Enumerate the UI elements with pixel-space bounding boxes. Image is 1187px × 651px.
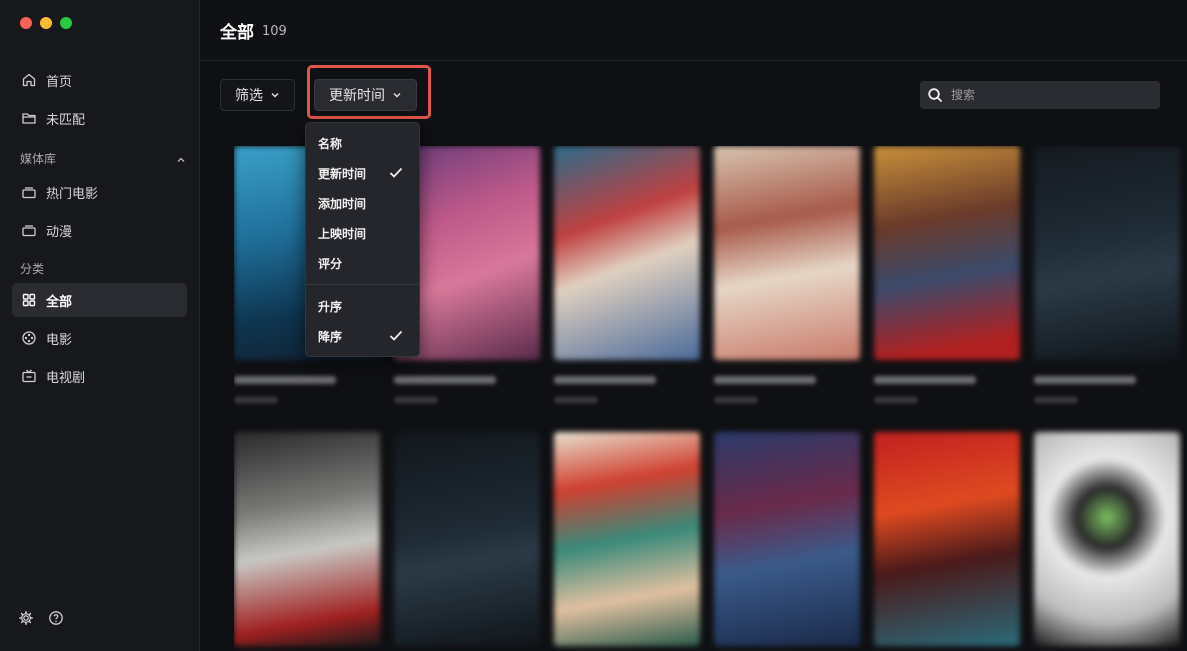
media-card[interactable]	[394, 432, 540, 646]
media-year	[874, 397, 918, 403]
sort-button[interactable]: 更新时间	[314, 79, 417, 111]
sidebar-item-unmatched[interactable]: 未匹配	[12, 101, 187, 135]
search-icon	[927, 87, 943, 103]
sidebar-item-label: 动漫	[46, 224, 73, 240]
media-card[interactable]	[554, 146, 700, 403]
sidebar-item-all[interactable]: 全部	[12, 283, 187, 317]
item-count: 109	[262, 24, 287, 39]
media-card[interactable]	[874, 146, 1020, 403]
maximize-window-button[interactable]	[60, 17, 72, 29]
window-controls	[20, 17, 72, 29]
sidebar-footer	[18, 610, 64, 626]
sort-order-label: 升序	[318, 299, 343, 314]
media-title	[234, 376, 337, 384]
sort-order-label: 降序	[318, 329, 343, 344]
sidebar-item-movies[interactable]: 电影	[12, 321, 187, 355]
sort-option-label: 更新时间	[318, 166, 367, 181]
sidebar-item-label: 全部	[46, 294, 73, 310]
sort-dropdown-menu: 名称 更新时间 添加时间 上映时间 评分 升序 降序	[305, 122, 420, 357]
chevron-up-icon[interactable]	[175, 151, 187, 163]
sort-option-label: 添加时间	[318, 196, 367, 211]
sort-order-descending[interactable]: 降序	[306, 321, 419, 351]
category-section-label: 分类	[20, 262, 45, 276]
sidebar-item-label: 首页	[46, 74, 73, 90]
media-title	[1034, 376, 1137, 384]
media-card[interactable]	[1034, 146, 1180, 403]
sort-option-name[interactable]: 名称	[306, 128, 419, 158]
poster-image	[554, 146, 700, 360]
media-year	[394, 397, 438, 403]
sort-option-updated-time[interactable]: 更新时间	[306, 158, 419, 188]
poster-image	[714, 432, 860, 646]
sort-order-ascending[interactable]: 升序	[306, 291, 419, 321]
page-title: 全部	[220, 22, 254, 43]
sort-option-rating[interactable]: 评分	[306, 248, 419, 278]
grid-icon	[21, 292, 37, 308]
sidebar-item-label: 未匹配	[46, 112, 86, 128]
poster-image	[1034, 146, 1180, 360]
media-year	[714, 397, 758, 403]
poster-image	[234, 432, 380, 646]
media-title	[394, 376, 497, 384]
sort-option-added-time[interactable]: 添加时间	[306, 188, 419, 218]
tv-icon	[21, 368, 37, 384]
sidebar-item-label: 电视剧	[46, 370, 86, 386]
media-card[interactable]	[234, 432, 380, 646]
folder-icon	[21, 110, 37, 126]
sort-option-release-time[interactable]: 上映时间	[306, 218, 419, 248]
sort-option-label: 评分	[318, 256, 343, 271]
minimize-window-button[interactable]	[40, 17, 52, 29]
chevron-down-icon	[270, 90, 280, 100]
poster-image	[1034, 432, 1180, 646]
media-card[interactable]	[714, 146, 860, 403]
media-card[interactable]	[1034, 432, 1180, 646]
poster-image	[554, 432, 700, 646]
menu-divider	[306, 284, 419, 285]
media-card[interactable]	[554, 432, 700, 646]
media-title	[714, 376, 817, 384]
media-year	[1034, 397, 1078, 403]
search-input[interactable]	[951, 88, 1151, 102]
search-box[interactable]	[920, 81, 1160, 109]
library-icon	[21, 222, 37, 238]
page-header: 全部 109	[200, 0, 1187, 61]
close-window-button[interactable]	[20, 17, 32, 29]
media-title	[554, 376, 657, 384]
sort-option-label: 上映时间	[318, 226, 367, 241]
checkmark-icon	[389, 330, 403, 342]
library-icon	[21, 184, 37, 200]
filter-label: 筛选	[235, 88, 263, 104]
sidebar-item-anime[interactable]: 动漫	[12, 213, 187, 247]
sidebar-item-label: 热门电影	[46, 186, 99, 202]
filter-button[interactable]: 筛选	[220, 79, 295, 111]
sidebar-item-label: 电影	[46, 332, 73, 348]
sort-label: 更新时间	[329, 88, 385, 104]
media-title	[874, 376, 977, 384]
sidebar: 首页 未匹配 媒体库 热门电影 动漫 分类 全部 电影 电视剧	[0, 0, 200, 651]
sidebar-item-popular-movies[interactable]: 热门电影	[12, 175, 187, 209]
poster-image	[874, 432, 1020, 646]
media-year	[554, 397, 598, 403]
sidebar-item-tv-series[interactable]: 电视剧	[12, 359, 187, 393]
poster-image	[394, 432, 540, 646]
media-card[interactable]	[874, 432, 1020, 646]
settings-gear-icon[interactable]	[18, 610, 34, 626]
media-card[interactable]	[714, 432, 860, 646]
sidebar-item-home[interactable]: 首页	[12, 63, 187, 97]
chevron-down-icon	[392, 90, 402, 100]
home-icon	[21, 72, 37, 88]
help-icon[interactable]	[48, 610, 64, 626]
poster-image	[714, 146, 860, 360]
media-library-section-label: 媒体库	[20, 152, 57, 166]
media-year	[234, 397, 278, 403]
poster-image	[874, 146, 1020, 360]
checkmark-icon	[389, 167, 403, 179]
film-reel-icon	[21, 330, 37, 346]
sort-option-label: 名称	[318, 136, 343, 151]
